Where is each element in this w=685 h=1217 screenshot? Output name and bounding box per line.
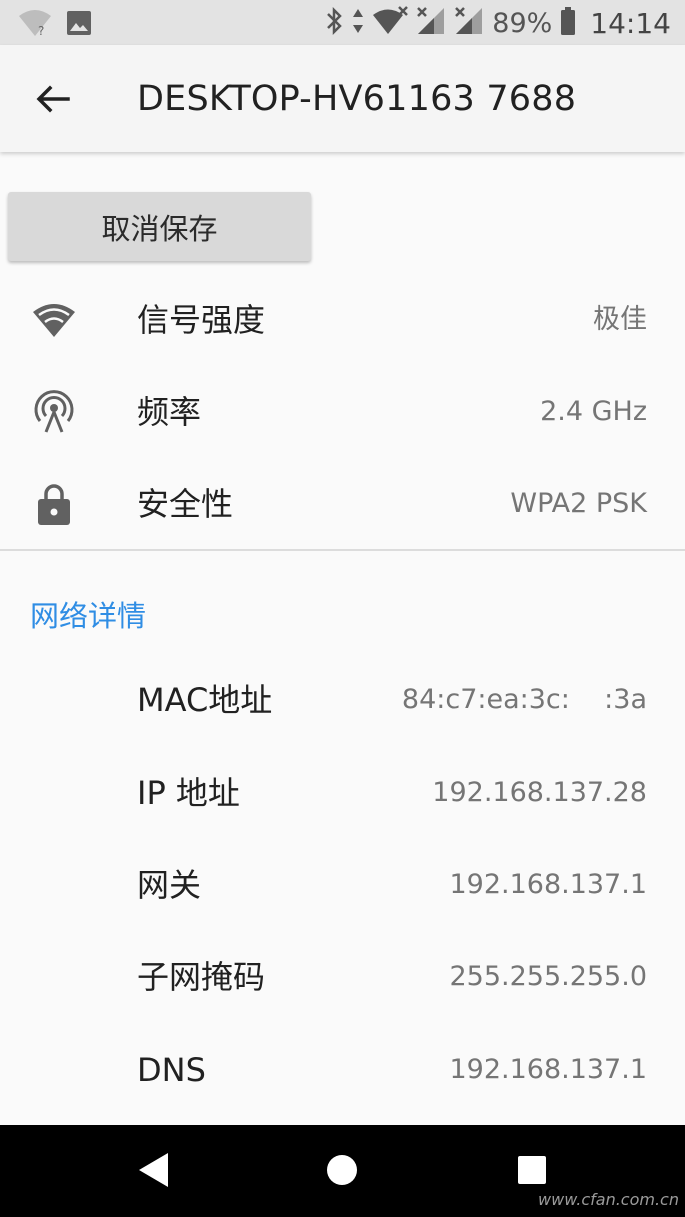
antenna-icon [30,388,78,436]
dns-value: 192.168.137.1 [449,1054,647,1085]
back-button[interactable] [30,75,78,123]
frequency-value: 2.4 GHz [540,396,647,427]
battery-icon [560,6,576,40]
svg-text:?: ? [38,24,44,38]
signal-x-icon [416,6,446,40]
mac-address-value: 84:c7:ea:3c: :3a [401,684,647,715]
signal-strength-label: 信号强度 [137,301,266,339]
status-bar: ? 89% 14:14 [0,0,685,45]
mac-address-row: MAC地址 84:c7:ea:3c: :3a [0,654,685,746]
nav-recents-button[interactable] [507,1145,557,1195]
security-value: WPA2 PSK [510,488,647,519]
wifi-x-icon [372,6,409,40]
frequency-label: 频率 [137,393,202,431]
nav-back-button[interactable] [130,1145,180,1195]
lock-icon [30,480,78,528]
back-triangle-icon [139,1153,168,1187]
data-arrows-icon [352,6,364,40]
signal-x-icon [454,6,484,40]
dns-label: DNS [137,1051,206,1089]
navigation-bar: www.cfan.com.cn [0,1125,685,1217]
battery-percent: 89% [492,7,553,39]
mac-address-label: MAC地址 [137,681,273,719]
wifi-unknown-icon: ? [18,8,52,42]
clock: 14:14 [590,6,671,40]
ip-address-label: IP 地址 [137,774,240,812]
gateway-label: 网关 [137,866,202,904]
nav-home-button[interactable] [317,1145,367,1195]
signal-strength-value: 极佳 [593,304,647,335]
home-circle-icon [327,1155,357,1185]
app-bar: DESKTOP-HV61163 7688 [0,45,685,152]
wifi-signal-icon [30,296,78,344]
page-title: DESKTOP-HV61163 7688 [137,79,577,119]
subnet-mask-value: 255.255.255.0 [449,961,647,992]
image-notification-icon [66,10,92,40]
frequency-row: 频率 2.4 GHz [0,366,685,458]
gateway-row: 网关 192.168.137.1 [0,839,685,931]
subnet-mask-row: 子网掩码 255.255.255.0 [0,931,685,1023]
ip-address-row: IP 地址 192.168.137.28 [0,747,685,839]
watermark: www.cfan.com.cn [538,1190,679,1209]
recents-square-icon [518,1156,546,1184]
divider [0,549,685,551]
security-row: 安全性 WPA2 PSK [0,458,685,550]
gateway-value: 192.168.137.1 [449,869,647,900]
arrow-left-icon [36,85,70,113]
bluetooth-icon [324,6,344,40]
dns-row: DNS 192.168.137.1 [0,1024,685,1116]
security-label: 安全性 [137,485,234,523]
subnet-mask-label: 子网掩码 [137,958,266,996]
ip-address-value: 192.168.137.28 [432,777,647,808]
signal-strength-row: 信号强度 极佳 [0,274,685,366]
forget-network-button[interactable]: 取消保存 [8,192,311,261]
network-details-header: 网络详情 [30,599,147,633]
